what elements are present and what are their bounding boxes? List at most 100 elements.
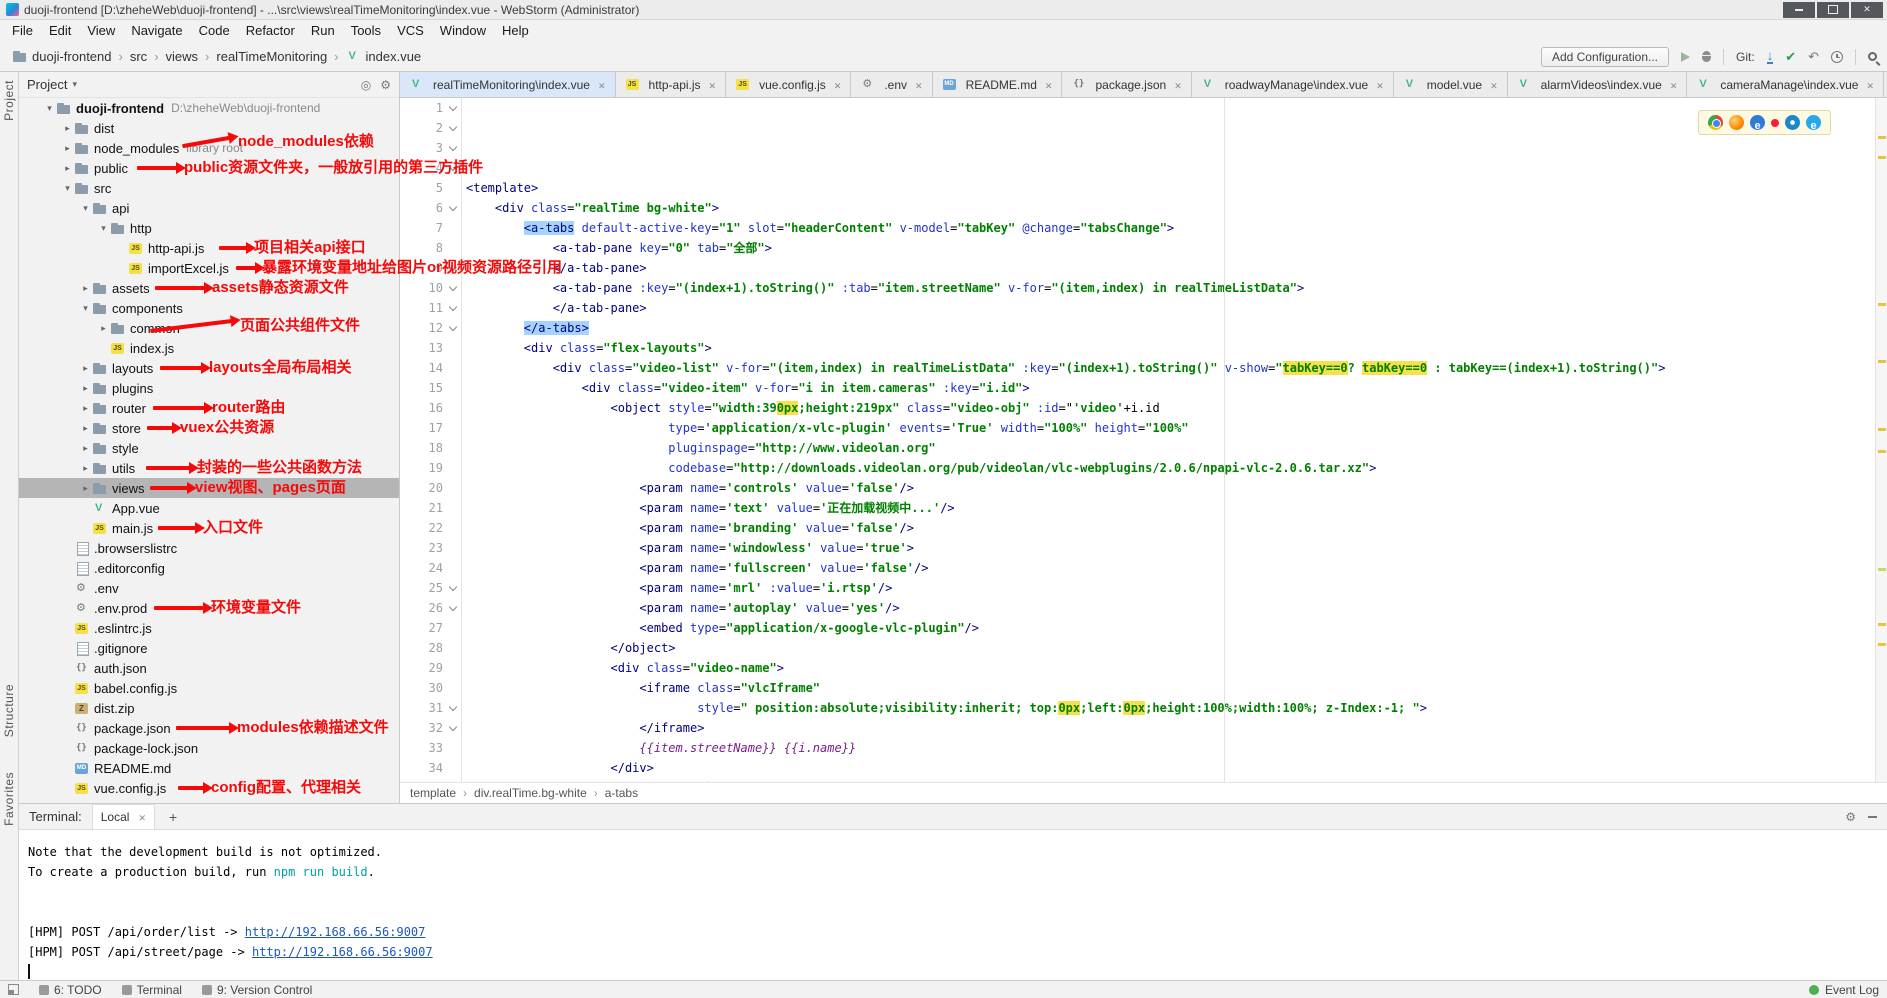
ie-icon[interactable] [1806,115,1821,130]
tree-expand-icon[interactable]: ▸ [79,403,92,414]
code-line-31[interactable]: <div class="video-model"> [466,778,1887,782]
fold-icon[interactable] [448,258,458,278]
code-line-21[interactable]: <param name='mrl' :value='i.rtsp'/> [466,578,1887,598]
status-bar-item-terminal[interactable]: Terminal [122,983,182,997]
gutter-line-32[interactable]: 32 [400,718,461,738]
code-line-17[interactable]: <param name='text' value='正在加载视频中...'/> [466,498,1887,518]
tree-collapse-icon[interactable]: ▾ [43,103,56,114]
code-line-22[interactable]: <param name='autoplay' value='yes'/> [466,598,1887,618]
tree-item-package.json[interactable]: package.json [19,718,399,738]
terminal-settings-icon[interactable]: ⚙ [1845,810,1856,824]
gutter-line-9[interactable]: 9 [400,258,461,278]
git-revert-icon[interactable]: ↶ [1808,49,1819,65]
project-panel-title[interactable]: Project [27,77,67,92]
menu-refactor[interactable]: Refactor [238,20,303,42]
tree-item-babel.config.js[interactable]: babel.config.js [19,678,399,698]
code-line-9[interactable]: <div class="flex-layouts"> [466,338,1887,358]
gutter-line-31[interactable]: 31 [400,698,461,718]
tree-item-layouts[interactable]: ▸layouts [19,358,399,378]
editor-tab-package.json[interactable]: package.json [1062,72,1191,97]
editor-breadcrumb-a-tabs[interactable]: a-tabs [587,786,638,800]
tree-expand-icon[interactable]: ▸ [97,323,110,334]
code-line-16[interactable]: <param name='controls' value='false'/> [466,478,1887,498]
stripe-mark[interactable] [1878,360,1886,363]
tree-item-.eslintrc.js[interactable]: .eslintrc.js [19,618,399,638]
tree-item-components[interactable]: ▾components [19,298,399,318]
tree-item-api[interactable]: ▾api [19,198,399,218]
tree-item-http-api.js[interactable]: http-api.js [19,238,399,258]
fold-icon[interactable] [448,598,458,618]
code-line-10[interactable]: <div class="video-list" v-for="(item,ind… [466,358,1887,378]
tree-item-style[interactable]: ▸style [19,438,399,458]
terminal-tab-local[interactable]: Local [92,804,155,829]
editor-tab-.env[interactable]: .env [851,72,932,97]
tree-item-views[interactable]: ▸views [19,478,399,498]
breadcrumb-item-realTimeMonitoring[interactable]: realTimeMonitoring [200,49,329,64]
gutter-line-13[interactable]: 13 [400,338,461,358]
close-icon[interactable] [834,78,842,92]
error-stripe[interactable] [1875,98,1887,782]
close-button[interactable] [1851,2,1883,18]
breadcrumb-item-src[interactable]: src [114,49,150,64]
code-line-2[interactable]: <div class="realTime bg-white"> [466,198,1887,218]
close-icon[interactable] [1376,78,1384,92]
tree-collapse-icon[interactable]: ▾ [61,183,74,194]
gutter-line-12[interactable]: 12 [400,318,461,338]
tree-item-http[interactable]: ▾http [19,218,399,238]
gutter-line-24[interactable]: 24 [400,558,461,578]
status-bar-item-6-todo[interactable]: 6: TODO [39,983,102,997]
close-icon[interactable] [1174,78,1182,92]
edge-icon[interactable] [1750,115,1765,130]
close-icon[interactable] [1670,78,1678,92]
stripe-mark[interactable] [1878,643,1886,646]
code-line-27[interactable]: style=" position:absolute;visibility:inh… [466,698,1887,718]
tree-expand-icon[interactable]: ▸ [79,423,92,434]
editor-tab-vue.config.js[interactable]: vue.config.js [726,72,851,97]
stripe-mark[interactable] [1878,450,1886,453]
tool-window-project[interactable]: Project [2,80,16,121]
code-line-4[interactable]: <a-tab-pane key="0" tab="全部"> [466,238,1887,258]
tree-item-dist[interactable]: ▸dist [19,118,399,138]
tree-expand-icon[interactable]: ▸ [61,123,74,134]
code-line-7[interactable]: </a-tab-pane> [466,298,1887,318]
tree-item-duoji-frontend[interactable]: ▾duoji-frontendD:\zheheWeb\duoji-fronten… [19,98,399,118]
menu-tools[interactable]: Tools [343,20,389,42]
firefox-icon[interactable] [1729,115,1744,130]
fold-icon[interactable] [448,718,458,738]
tree-expand-icon[interactable]: ▸ [79,383,92,394]
menu-window[interactable]: Window [432,20,494,42]
fold-icon[interactable] [448,198,458,218]
fold-icon[interactable] [448,158,458,178]
tree-item-vue.config.js[interactable]: vue.config.js [19,778,399,798]
gutter-line-6[interactable]: 6 [400,198,461,218]
code-line-25[interactable]: <div class="video-name"> [466,658,1887,678]
terminal-output[interactable]: Note that the development build is not o… [19,830,1887,980]
gutter-line-4[interactable]: 4 [400,158,461,178]
menu-code[interactable]: Code [191,20,238,42]
stripe-mark[interactable] [1878,303,1886,306]
gutter-line-16[interactable]: 16 [400,398,461,418]
gutter-line-14[interactable]: 14 [400,358,461,378]
gutter-line-8[interactable]: 8 [400,238,461,258]
close-icon[interactable] [1490,78,1498,92]
tree-collapse-icon[interactable]: ▾ [97,223,110,234]
code-line-26[interactable]: <iframe class="vlcIframe" [466,678,1887,698]
menu-help[interactable]: Help [494,20,537,42]
close-icon[interactable] [138,810,146,824]
code-line-3[interactable]: <a-tabs default-active-key="1" slot="hea… [466,218,1887,238]
code-line-14[interactable]: pluginspage="http://www.videolan.org" [466,438,1887,458]
tree-item-assets[interactable]: ▸assets [19,278,399,298]
code-line-8[interactable]: </a-tabs> [466,318,1887,338]
code-line-19[interactable]: <param name='windowless' value='true'> [466,538,1887,558]
code-line-12[interactable]: <object style="width:390px;height:219px"… [466,398,1887,418]
gutter-line-1[interactable]: 1 [400,98,461,118]
gutter-line-3[interactable]: 3 [400,138,461,158]
breadcrumb-item-duoji-frontend[interactable]: duoji-frontend [10,49,114,64]
fold-icon[interactable] [448,318,458,338]
gutter-line-21[interactable]: 21 [400,498,461,518]
gutter-line-11[interactable]: 11 [400,298,461,318]
tree-item-public[interactable]: ▸public [19,158,399,178]
gutter-line-19[interactable]: 19 [400,458,461,478]
tree-item-auth.json[interactable]: auth.json [19,658,399,678]
close-icon[interactable] [1045,78,1053,92]
